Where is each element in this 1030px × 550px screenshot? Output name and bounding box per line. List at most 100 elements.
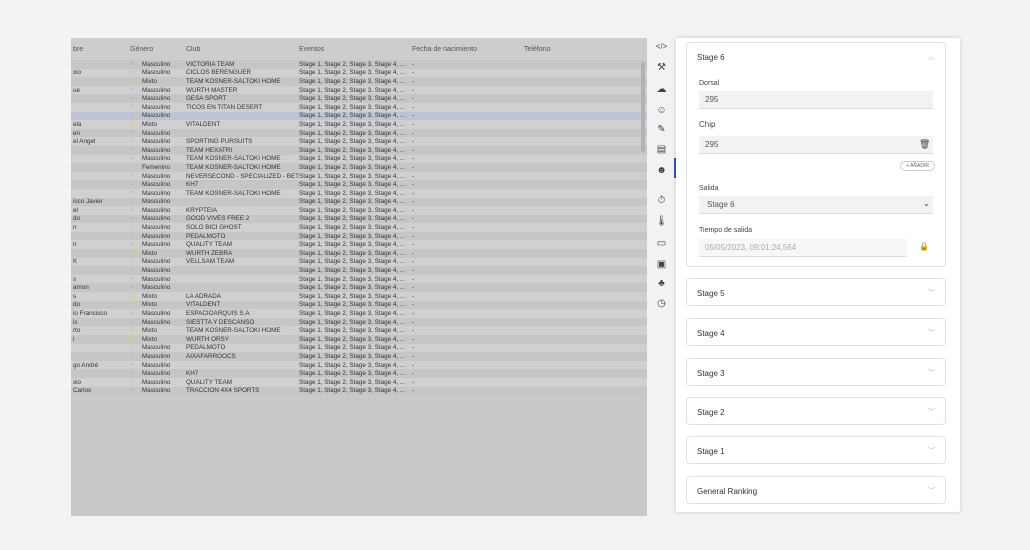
table-row[interactable]: ⚥ Mixto WÜRTH ZEBRA Stage 1, Stage 2, Stage… bbox=[71, 249, 647, 258]
dorsal-input[interactable]: 295 bbox=[699, 91, 933, 109]
chevron-down-icon[interactable]: ⌄ bbox=[923, 199, 930, 208]
table-row[interactable]: ⚥ Mixto TEAM KOSNER-SALTOKI HOME Stage 1, S… bbox=[71, 77, 647, 86]
table-row[interactable]: ♂ Masculino AIXAFARROOCS Stage 1, Stage 2, … bbox=[71, 352, 647, 361]
header-phone[interactable]: Teléfono bbox=[524, 46, 624, 53]
salida-select[interactable]: Stage 6 bbox=[699, 196, 933, 214]
document-icon[interactable]: ▣ bbox=[647, 259, 676, 270]
table-row[interactable]: ♂ Masculino Stage 1, Stage 2, Stage 3, Sta… bbox=[71, 266, 647, 275]
stage-card-header[interactable]: Stage 3 ﹀ bbox=[687, 359, 945, 387]
stage-card-header[interactable]: General Ranking ﹀ bbox=[687, 477, 945, 505]
chevron-down-icon[interactable]: ﹀ bbox=[928, 288, 935, 298]
stage-card-collapsed[interactable]: Stage 5 ﹀ bbox=[686, 278, 946, 306]
table-row[interactable]: ♂ Masculino GESA SPORT Stage 1, Stage 2, St… bbox=[71, 94, 647, 103]
table-row[interactable]: Carlos ♂ Masculino TRACCIÓN 4X4 SPORTS Stage… bbox=[71, 386, 647, 396]
table-row[interactable]: xio ♂ Masculino CICLOS BERENGUER Stage 1, St… bbox=[71, 68, 647, 78]
cell-birth-date: - bbox=[412, 163, 415, 171]
chevron-down-icon[interactable]: ﹀ bbox=[928, 486, 935, 496]
chip-input[interactable]: 295 bbox=[699, 136, 933, 154]
table-scrollbar[interactable] bbox=[641, 62, 645, 152]
cell-birth-date: - bbox=[412, 344, 415, 352]
gender-icon: ⚥ bbox=[130, 328, 136, 335]
stage-card-collapsed[interactable]: Stage 3 ﹀ bbox=[686, 358, 946, 386]
table-row[interactable]: el Angel ♂ Masculino SPORTING PURSUITS Stage… bbox=[71, 137, 647, 146]
table-row[interactable]: ♂ Masculino KH7 Stage 1, Stage 2, Stage 3, … bbox=[71, 180, 647, 189]
cell-events: Stage 1, Stage 2, Stage 3, Stage 4, ... bbox=[299, 95, 406, 103]
table-row[interactable]: isco Javier ♂ Masculino Stage 1, Stage 2, S… bbox=[71, 197, 647, 207]
table-row[interactable]: ue ♂ Masculino WÜRTH MASTER Stage 1, Stage 2… bbox=[71, 85, 647, 95]
stage-card-collapsed[interactable]: Stage 4 ﹀ bbox=[686, 318, 946, 346]
gender-icon: ♂ bbox=[130, 233, 135, 240]
header-name[interactable]: bre bbox=[71, 46, 130, 53]
table-row[interactable]: ♂ Masculino TEAM HEXATRI Stage 1, Stage 2, … bbox=[71, 145, 647, 155]
wrench-icon[interactable]: ⚒ bbox=[647, 62, 676, 73]
table-row[interactable]: ♂ Masculino Stage 1, Stage 2, Stage 3, Sta… bbox=[71, 111, 647, 121]
header-gender[interactable]: Género bbox=[130, 46, 186, 53]
chevron-down-icon[interactable]: ﹀ bbox=[928, 368, 935, 378]
table-row[interactable]: do ⚥ Mixto VITALDENT Stage 1, Stage 2, Stage… bbox=[71, 300, 647, 310]
table-row[interactable]: do ♂ Masculino GOOD VIVES FREE 2 Stage 1, St… bbox=[71, 214, 647, 224]
stage-card-header[interactable]: Stage 4 ﹀ bbox=[687, 319, 945, 347]
cell-club: QUALITY TEAM bbox=[186, 241, 232, 249]
table-row[interactable]: ♂ Masculino TEAM KOSNER-SALTOKI HOME Stage … bbox=[71, 154, 647, 164]
cell-name: is bbox=[73, 318, 78, 326]
table-row[interactable]: s ⚥ Mixto LA ADRADA Stage 1, Stage 2, Stage … bbox=[71, 292, 647, 301]
cell-gender: ⚥ Mixto bbox=[130, 336, 186, 343]
table-row[interactable]: xio ♂ Masculino QUALITY TEAM Stage 1, Stage … bbox=[71, 377, 647, 387]
stage-card-collapsed[interactable]: Stage 1 ﹀ bbox=[686, 436, 946, 464]
cell-gender: ♂ Masculino bbox=[130, 353, 186, 360]
stage-card-collapsed[interactable]: Stage 2 ﹀ bbox=[686, 397, 946, 425]
table-row[interactable]: en ♂ Masculino Stage 1, Stage 2, Stage 3, S… bbox=[71, 128, 647, 138]
cell-events: Stage 1, Stage 2, Stage 3, Stage 4, ... bbox=[299, 335, 406, 343]
table-row[interactable]: ♀ Femenino TEAM KOSNER-SALTOKI HOME Stage 1… bbox=[71, 163, 647, 172]
table-row[interactable]: ♂ Masculino TICOS EN TITAN DESERT Stage 1, … bbox=[71, 102, 647, 112]
table-row[interactable]: n ♂ Masculino QUALITY TEAM Stage 1, Stage 2,… bbox=[71, 240, 647, 250]
cloud-upload-icon[interactable]: ☁ bbox=[647, 84, 676, 95]
cell-gender-label: Masculino bbox=[142, 258, 171, 266]
stopwatch-icon[interactable]: ⏱ bbox=[647, 195, 676, 206]
laptop-icon[interactable]: ▭ bbox=[647, 238, 676, 249]
add-chip-button[interactable]: + AÑADIR bbox=[900, 161, 935, 171]
group-icon[interactable]: ♣ bbox=[647, 278, 676, 289]
table-row[interactable]: ♂ Masculino PEDALMOTO Stage 1, Stage 2, Sta… bbox=[71, 343, 647, 353]
table-row[interactable]: K ♂ Masculino VELLSAM TEAM Stage 1, Stage 2,… bbox=[71, 257, 647, 267]
clipboard-icon[interactable]: ▤ bbox=[647, 144, 676, 155]
table-row[interactable]: ♂ Masculino NEVERSECOND - SPECIALIZED - BE… bbox=[71, 171, 647, 181]
chevron-up-icon[interactable]: ︿ bbox=[928, 52, 935, 62]
stage-card-header[interactable]: Stage 1 ﹀ bbox=[687, 437, 945, 465]
table-row[interactable]: n ♂ Masculino SOLO BICI GHOST Stage 1, Stage… bbox=[71, 223, 647, 232]
chevron-down-icon[interactable]: ﹀ bbox=[928, 407, 935, 417]
table-row[interactable]: ♂ Masculino PEDALMOTO Stage 1, Stage 2, Sta… bbox=[71, 231, 647, 241]
table-row[interactable]: el ♂ Masculino KRYPTEIA Stage 1, Stage 2, St… bbox=[71, 206, 647, 215]
header-events[interactable]: Eventos bbox=[299, 46, 412, 53]
table-row[interactable]: ♂ Masculino VICTORIA TEAM Stage 1, Stage 2,… bbox=[71, 60, 647, 69]
edit-icon[interactable]: ✎ bbox=[647, 124, 676, 135]
stage-card-header[interactable]: Stage 2 ﹀ bbox=[687, 398, 945, 426]
users-icon[interactable]: ☻ bbox=[647, 165, 676, 176]
table-row[interactable]: amon ♂ Masculino Stage 1, Stage 2, Stage 3,… bbox=[71, 283, 647, 293]
table-row[interactable]: rto ⚥ Mixto TEAM KOSNER-SALTOKI HOME Stage 1… bbox=[71, 326, 647, 335]
table-row[interactable]: io Francisco ♂ Masculino ESPACIOARQUIS S.A S… bbox=[71, 309, 647, 318]
table-row[interactable]: i ⚥ Mixto WÜRTH ORSY Stage 1, Stage 2, Stage… bbox=[71, 335, 647, 344]
cell-birth-date: - bbox=[412, 172, 415, 180]
cell-gender-label: Masculino bbox=[142, 284, 171, 292]
code-icon[interactable]: </> bbox=[647, 42, 676, 51]
header-birth-date[interactable]: Fecha de nacimiento bbox=[412, 46, 524, 53]
gender-icon: ♂ bbox=[130, 87, 135, 94]
header-club[interactable]: Club bbox=[186, 46, 299, 53]
stage-card-header[interactable]: Stage 6 ︿ bbox=[687, 43, 945, 71]
table-row[interactable]: go André ♂ Masculino Stage 1, Stage 2, Stag… bbox=[71, 360, 647, 370]
stage-card-collapsed[interactable]: General Ranking ﹀ bbox=[686, 476, 946, 504]
chevron-down-icon[interactable]: ﹀ bbox=[928, 328, 935, 338]
table-row[interactable]: is ♂ Masculino SIESTTA Y DESCANSO Stage 1, S… bbox=[71, 317, 647, 327]
trash-icon[interactable]: 🗑 bbox=[919, 139, 930, 150]
chevron-down-icon[interactable]: ﹀ bbox=[928, 446, 935, 456]
table-row[interactable]: s ♂ Masculino Stage 1, Stage 2, Stage 3, St… bbox=[71, 274, 647, 284]
stage-card-header[interactable]: Stage 5 ﹀ bbox=[687, 279, 945, 307]
timer-icon[interactable]: ◷ bbox=[647, 298, 676, 309]
thermometer-icon[interactable]: 🌡 bbox=[647, 216, 676, 227]
table-row[interactable]: ♂ Masculino KH7 Stage 1, Stage 2, Stage 3, … bbox=[71, 369, 647, 378]
add-user-icon[interactable]: ☺ bbox=[647, 105, 676, 116]
lock-icon[interactable]: 🔒 bbox=[919, 242, 929, 251]
table-row[interactable]: ela ⚥ Mixto VITALDENT Stage 1, Stage 2, Stag… bbox=[71, 120, 647, 129]
table-row[interactable]: ♂ Masculino TEAM KOSNER-SALTOKI HOME Stage … bbox=[71, 188, 647, 198]
